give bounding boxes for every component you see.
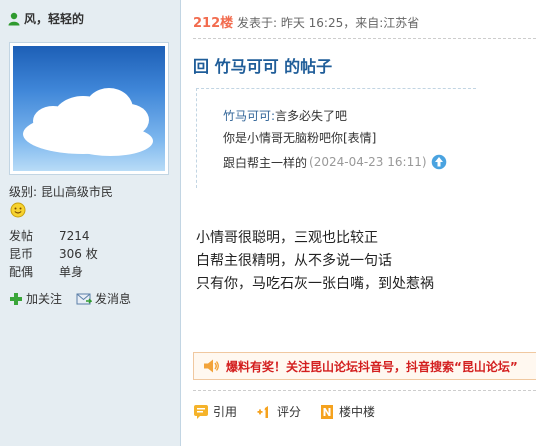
jump-to-quote-icon[interactable] bbox=[431, 154, 447, 170]
rate-label: 评分 bbox=[277, 405, 302, 419]
stat-key: 发帖 bbox=[9, 229, 34, 243]
stat-key: 昆币 bbox=[9, 247, 34, 261]
avatar[interactable] bbox=[9, 42, 169, 175]
stat-coins: 昆币 306 枚 bbox=[9, 245, 98, 263]
quote-line-3: 跟白帮主一样的 (2024-04-23 16:11) bbox=[223, 151, 476, 173]
quote-label: 引用 bbox=[213, 405, 238, 419]
user-icon bbox=[8, 12, 20, 26]
banner-text: 爆料有奖！关注昆山论坛抖音号，抖音搜索“昆山论坛” bbox=[226, 359, 518, 374]
quote-text-1: 言多必失了吧 bbox=[275, 109, 348, 123]
stat-value: 单身 bbox=[59, 265, 84, 279]
profile-actions: 加关注 发消息 bbox=[9, 290, 131, 307]
stat-value: 306 枚 bbox=[59, 247, 98, 261]
quote-text-2: 你是小情哥无脑粉吧你[表情] bbox=[223, 131, 377, 145]
author-line: 风，轻轻的 bbox=[8, 10, 84, 27]
quote-block: 竹马可可:言多必失了吧 你是小情哥无脑粉吧你[表情] 跟白帮主一样的 (2024… bbox=[196, 88, 476, 188]
stat-spouse: 配偶 单身 bbox=[9, 263, 98, 281]
quote-text-3: 跟白帮主一样的 bbox=[223, 155, 308, 170]
quote-author[interactable]: 竹马可可: bbox=[223, 109, 275, 123]
body-line: 白帮主很精明，从不多说一句话 bbox=[196, 253, 392, 269]
floor-in-floor-button[interactable]: 楼中楼 bbox=[319, 403, 375, 420]
plus-one-icon bbox=[255, 404, 273, 420]
level-label: 级别: bbox=[9, 185, 38, 199]
post-content: 212楼 发表于: 昨天 16:25，来自:江苏省 回 竹马可可 的帖子 竹马可… bbox=[181, 0, 536, 446]
stat-value: 7214 bbox=[59, 229, 90, 243]
speaker-icon bbox=[202, 358, 220, 374]
post-actions: 引用 评分 楼中楼 bbox=[193, 403, 375, 420]
floor-in-floor-label: 楼中楼 bbox=[339, 405, 376, 419]
post-body: 小情哥很聪明，三观也比较正 白帮主很精明，从不多说一句话 只有你，马吃石灰一张白… bbox=[196, 227, 434, 296]
stat-posts: 发帖 7214 bbox=[9, 227, 98, 245]
divider bbox=[193, 390, 536, 391]
quote-button[interactable]: 引用 bbox=[193, 403, 237, 420]
add-follow-button[interactable]: 加关注 bbox=[9, 290, 62, 307]
floor-icon bbox=[319, 404, 335, 420]
envelope-icon bbox=[76, 292, 93, 306]
floor-number[interactable]: 212楼 bbox=[193, 16, 233, 31]
avatar-image bbox=[13, 46, 165, 171]
body-line: 小情哥很聪明，三观也比较正 bbox=[196, 230, 378, 246]
send-message-label: 发消息 bbox=[95, 292, 132, 306]
author-sidebar: 风，轻轻的 级别: 昆山高级市民 发帖 7214 昆币 306 枚 配偶 单身 … bbox=[0, 0, 181, 446]
send-message-button[interactable]: 发消息 bbox=[76, 290, 131, 307]
promo-banner[interactable]: 爆料有奖！关注昆山论坛抖音号，抖音搜索“昆山论坛” bbox=[193, 352, 536, 380]
plus-icon bbox=[9, 292, 23, 306]
user-level: 级别: 昆山高级市民 bbox=[9, 183, 113, 200]
body-line: 只有你，马吃石灰一张白嘴，到处惹祸 bbox=[196, 276, 434, 292]
smiley-icon bbox=[10, 202, 26, 218]
add-follow-label: 加关注 bbox=[26, 292, 63, 306]
rate-button[interactable]: 评分 bbox=[255, 403, 301, 420]
quote-icon bbox=[193, 404, 209, 420]
level-value: 昆山高级市民 bbox=[40, 185, 113, 199]
quote-timestamp: (2024-04-23 16:11) bbox=[309, 155, 427, 169]
author-name[interactable]: 风，轻轻的 bbox=[24, 10, 84, 27]
post-title: 回 竹马可可 的帖子 bbox=[193, 57, 333, 76]
post-meta: 212楼 发表于: 昨天 16:25，来自:江苏省 bbox=[193, 12, 419, 31]
quote-line-1: 竹马可可:言多必失了吧 bbox=[223, 107, 476, 129]
post-meta-text: 发表于: 昨天 16:25，来自:江苏省 bbox=[236, 16, 420, 30]
divider bbox=[193, 38, 536, 39]
stat-key: 配偶 bbox=[9, 265, 34, 279]
user-stats: 发帖 7214 昆币 306 枚 配偶 单身 bbox=[9, 227, 98, 281]
